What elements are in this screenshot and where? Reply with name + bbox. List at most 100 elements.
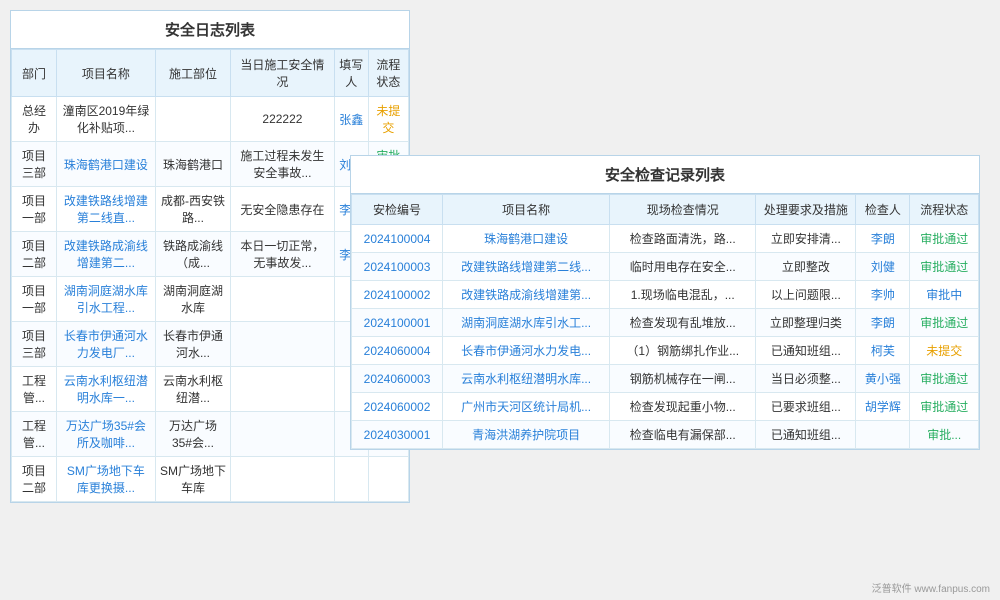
table-row: 2024060004长春市伊通河水力发电...（1）钢筋绑扎作业...已通知班组… — [352, 337, 979, 365]
table-cell: 项目二部 — [12, 232, 57, 277]
table-cell: 钢筋机械存在一闸... — [610, 365, 756, 393]
table-cell[interactable]: 李帅 — [856, 281, 910, 309]
left-table-header-cell: 项目名称 — [56, 50, 155, 97]
right-table-header-cell: 处理要求及措施 — [756, 195, 856, 225]
table-cell[interactable]: 广州市天河区统计局机... — [443, 393, 610, 421]
left-table-header-cell: 部门 — [12, 50, 57, 97]
table-cell[interactable]: 2024060003 — [352, 365, 443, 393]
right-table-header-cell: 安检编号 — [352, 195, 443, 225]
table-cell: 无安全隐患存在 — [231, 187, 335, 232]
table-row: 项目二部SM广场地下车库更换摄...SM广场地下车库 — [12, 457, 409, 502]
table-row: 项目三部珠海鹤港口建设珠海鹤港口施工过程未发生安全事故...刘健审批通过 — [12, 142, 409, 187]
left-table-header-cell: 填写人 — [334, 50, 368, 97]
right-table-body: 2024100004珠海鹤港口建设检查路面清洗，路...立即安排清...李朗审批… — [352, 225, 979, 449]
table-cell[interactable]: 云南水利枢纽潜明水库... — [443, 365, 610, 393]
table-cell[interactable]: 青海洪湖养护院项目 — [443, 421, 610, 449]
table-cell[interactable]: 2024030001 — [352, 421, 443, 449]
table-row: 2024100001湖南洞庭湖水库引水工...检查发现有乱堆放...立即整理归类… — [352, 309, 979, 337]
table-cell: 立即安排清... — [756, 225, 856, 253]
table-cell — [856, 421, 910, 449]
left-table-header: 部门项目名称施工部位当日施工安全情况填写人流程状态 — [12, 50, 409, 97]
table-cell[interactable]: 2024060002 — [352, 393, 443, 421]
table-cell[interactable]: 2024100004 — [352, 225, 443, 253]
table-cell[interactable]: 柯芙 — [856, 337, 910, 365]
right-table-header-cell: 流程状态 — [910, 195, 979, 225]
table-cell[interactable]: 刘健 — [856, 253, 910, 281]
table-cell: 以上问题限... — [756, 281, 856, 309]
table-row: 2024060003云南水利枢纽潜明水库...钢筋机械存在一闸...当日必须整.… — [352, 365, 979, 393]
table-cell[interactable]: 珠海鹤港口建设 — [56, 142, 155, 187]
table-cell[interactable]: 长春市伊通河水力发电厂... — [56, 322, 155, 367]
table-cell[interactable]: 李朗 — [856, 225, 910, 253]
table-cell[interactable]: 改建铁路成渝线增建第二... — [56, 232, 155, 277]
table-cell[interactable]: 2024060004 — [352, 337, 443, 365]
table-cell — [231, 457, 335, 502]
left-table-header-cell: 施工部位 — [155, 50, 230, 97]
table-cell: 审批通过 — [910, 253, 979, 281]
table-cell[interactable]: SM广场地下车库更换摄... — [56, 457, 155, 502]
table-cell: 项目一部 — [12, 187, 57, 232]
right-table-header: 安检编号项目名称现场检查情况处理要求及措施检查人流程状态 — [352, 195, 979, 225]
table-cell[interactable]: 2024100003 — [352, 253, 443, 281]
table-cell: 检查路面清洗，路... — [610, 225, 756, 253]
table-cell[interactable]: 李朗 — [856, 309, 910, 337]
table-cell[interactable]: 万达广场35#会所及咖啡... — [56, 412, 155, 457]
table-cell — [334, 457, 368, 502]
table-row: 2024060002广州市天河区统计局机...检查发现起重小物...已要求班组.… — [352, 393, 979, 421]
table-cell[interactable]: 湖南洞庭湖水库引水工程... — [56, 277, 155, 322]
table-cell: 审批通过 — [910, 309, 979, 337]
table-cell[interactable]: 改建铁路线增建第二线... — [443, 253, 610, 281]
table-cell: 项目一部 — [12, 277, 57, 322]
table-cell[interactable]: 云南水利枢纽潜明水库一... — [56, 367, 155, 412]
table-cell: 检查临电有漏保部... — [610, 421, 756, 449]
right-table-header-cell: 检查人 — [856, 195, 910, 225]
table-cell: 成都-西安铁路... — [155, 187, 230, 232]
table-cell: 立即整改 — [756, 253, 856, 281]
table-cell[interactable]: 黄小强 — [856, 365, 910, 393]
table-cell[interactable]: 湖南洞庭湖水库引水工... — [443, 309, 610, 337]
right-panel: 安全检查记录列表 安检编号项目名称现场检查情况处理要求及措施检查人流程状态 20… — [350, 155, 980, 450]
table-cell: （1）钢筋绑扎作业... — [610, 337, 756, 365]
table-row: 项目一部改建铁路线增建第二线直...成都-西安铁路...无安全隐患存在李帅作废 — [12, 187, 409, 232]
table-cell[interactable]: 2024100001 — [352, 309, 443, 337]
table-cell[interactable]: 珠海鹤港口建设 — [443, 225, 610, 253]
table-cell: 本日一切正常，无事故发... — [231, 232, 335, 277]
table-cell: 项目三部 — [12, 142, 57, 187]
table-cell: 已通知班组... — [756, 421, 856, 449]
table-row: 2024030001青海洪湖养护院项目检查临电有漏保部...已通知班组... 审批… — [352, 421, 979, 449]
table-cell: 总经办 — [12, 97, 57, 142]
table-row: 总经办潼南区2019年绿化补贴项...222222张鑫未提交 — [12, 97, 409, 142]
table-cell: 审批通过 — [910, 365, 979, 393]
table-cell[interactable]: 改建铁路成渝线增建第... — [443, 281, 610, 309]
table-cell: 云南水利枢纽潜... — [155, 367, 230, 412]
table-cell[interactable]: 长春市伊通河水力发电... — [443, 337, 610, 365]
table-cell — [368, 457, 408, 502]
table-cell: 长春市伊通河水... — [155, 322, 230, 367]
table-cell: 潼南区2019年绿化补贴项... — [56, 97, 155, 142]
left-table-header-cell: 当日施工安全情况 — [231, 50, 335, 97]
left-table-title: 安全日志列表 — [11, 11, 409, 49]
table-cell: 已要求班组... — [756, 393, 856, 421]
table-cell — [231, 412, 335, 457]
table-cell: 未提交 — [910, 337, 979, 365]
table-cell: 万达广场35#会... — [155, 412, 230, 457]
watermark: 泛普软件 www.fanpus.com — [872, 580, 990, 595]
table-cell: 1.现场临电混乱，... — [610, 281, 756, 309]
table-cell[interactable]: 张鑫 — [334, 97, 368, 142]
table-cell: 铁路成渝线（成... — [155, 232, 230, 277]
table-row: 工程管...万达广场35#会所及咖啡...万达广场35#会... — [12, 412, 409, 457]
table-cell: 临时用电存在安全... — [610, 253, 756, 281]
table-cell: 工程管... — [12, 367, 57, 412]
table-cell: 审批中 — [910, 281, 979, 309]
table-row: 2024100002改建铁路成渝线增建第...1.现场临电混乱，...以上问题限… — [352, 281, 979, 309]
table-cell[interactable]: 胡学辉 — [856, 393, 910, 421]
table-cell: SM广场地下车库 — [155, 457, 230, 502]
table-cell: 检查发现有乱堆放... — [610, 309, 756, 337]
table-cell: 审批通过 — [910, 225, 979, 253]
table-row: 2024100003改建铁路线增建第二线...临时用电存在安全...立即整改刘健… — [352, 253, 979, 281]
table-cell[interactable]: 2024100002 — [352, 281, 443, 309]
table-cell[interactable]: 改建铁路线增建第二线直... — [56, 187, 155, 232]
table-cell: 222222 — [231, 97, 335, 142]
table-cell: 审批... — [910, 421, 979, 449]
table-row: 项目三部长春市伊通河水力发电厂...长春市伊通河水... — [12, 322, 409, 367]
